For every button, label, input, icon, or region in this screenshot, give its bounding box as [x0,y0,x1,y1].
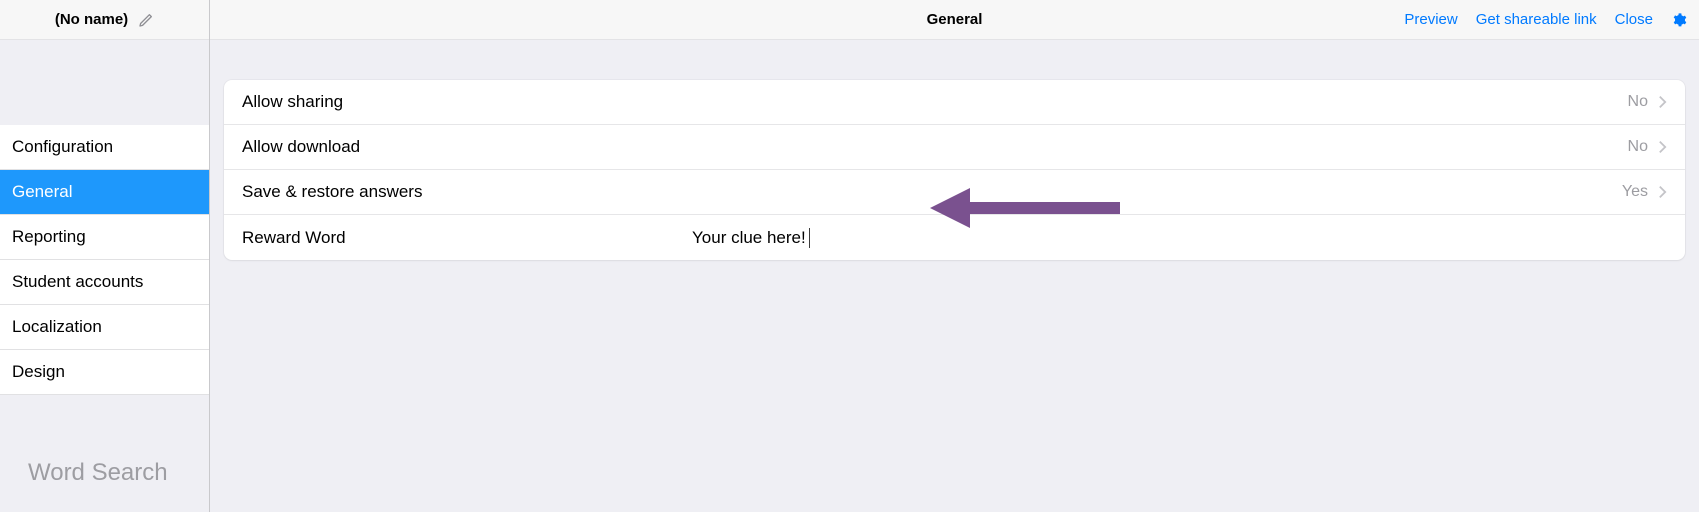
row-allow-sharing[interactable]: Allow sharing No [224,80,1685,125]
row-value: Yes [1622,183,1667,201]
annotation-arrow [930,183,1120,233]
sidebar-item-label: Configuration [12,137,113,157]
share-link[interactable]: Get shareable link [1476,11,1597,28]
sidebar-item-configuration[interactable]: Configuration [0,125,209,170]
row-label: Allow download [242,137,692,157]
value-text: Yes [1622,183,1648,201]
sidebar-item-label: Localization [12,317,102,337]
row-label: Reward Word [242,228,692,248]
row-value: No [1628,138,1667,156]
chevron-right-icon [1658,184,1667,200]
row-label: Allow sharing [242,92,692,112]
row-allow-download[interactable]: Allow download No [224,125,1685,170]
chevron-right-icon [1658,139,1667,155]
sidebar-item-localization[interactable]: Localization [0,305,209,350]
sidebar: (No name) Configuration General Reportin… [0,0,210,512]
sidebar-item-general[interactable]: General [0,170,209,215]
sidebar-footer-label: Word Search [0,434,209,512]
sidebar-item-label: Design [12,362,65,382]
reward-input-wrap: Your clue here! [692,228,1667,248]
sidebar-spacer [0,40,209,125]
chevron-right-icon [1658,94,1667,110]
close-link[interactable]: Close [1615,11,1653,28]
sidebar-item-design[interactable]: Design [0,350,209,395]
sidebar-item-reporting[interactable]: Reporting [0,215,209,260]
value-text: No [1628,138,1648,156]
topbar: General Preview Get shareable link Close [210,0,1699,40]
main: General Preview Get shareable link Close… [210,0,1699,512]
value-text: No [1628,93,1648,111]
sidebar-header[interactable]: (No name) [0,0,209,40]
row-value: No [1628,93,1667,111]
project-title: (No name) [55,11,128,28]
gear-icon[interactable] [1671,12,1687,28]
topbar-actions: Preview Get shareable link Close [1404,11,1687,28]
sidebar-item-label: General [12,182,72,202]
row-label: Save & restore answers [242,182,692,202]
page-title: General [927,11,983,28]
preview-link[interactable]: Preview [1404,11,1457,28]
text-caret [809,228,810,248]
settings-card: Allow sharing No Allow download No Save … [224,80,1685,260]
sidebar-item-label: Reporting [12,227,86,247]
sidebar-item-label: Student accounts [12,272,143,292]
reward-word-input[interactable]: Your clue here! [692,228,806,248]
sidebar-item-student-accounts[interactable]: Student accounts [0,260,209,305]
pencil-icon [138,12,154,28]
content: Allow sharing No Allow download No Save … [210,40,1699,512]
